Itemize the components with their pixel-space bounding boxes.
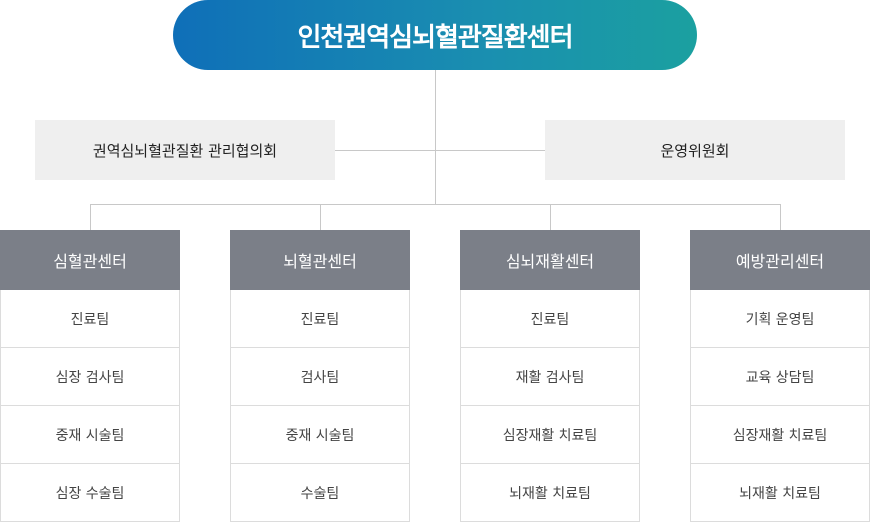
- team-item: 심장 수술팀: [0, 464, 180, 522]
- team-item: 중재 시술팀: [230, 406, 410, 464]
- column-header: 뇌혈관센터: [230, 230, 410, 290]
- team-item: 심장 검사팀: [0, 348, 180, 406]
- top-node-title: 인천권역심뇌혈관질환센터: [297, 22, 573, 53]
- side-node-committee-label: 운영위원회: [660, 141, 730, 160]
- column-cardio: 심혈관센터 진료팀 심장 검사팀 중재 시술팀 심장 수술팀: [0, 230, 180, 522]
- team-item: 심장재활 치료팀: [690, 406, 870, 464]
- column-header: 심뇌재활센터: [460, 230, 640, 290]
- side-node-council-label: 권역심뇌혈관질환 관리협의회: [92, 141, 278, 160]
- connector-vertical-main: [435, 70, 436, 204]
- connector-drop-col-1: [90, 204, 91, 230]
- column-header: 예방관리센터: [690, 230, 870, 290]
- team-item: 진료팀: [0, 290, 180, 348]
- team-item: 뇌재활 치료팀: [460, 464, 640, 522]
- column-cerebro: 뇌혈관센터 진료팀 검사팀 중재 시술팀 수술팀: [230, 230, 410, 522]
- connector-horizontal-side: [335, 150, 545, 151]
- top-node: 인천권역심뇌혈관질환센터: [173, 0, 697, 70]
- column-prevention: 예방관리센터 기획 운영팀 교육 상담팀 심장재활 치료팀 뇌재활 치료팀: [690, 230, 870, 522]
- team-item: 뇌재활 치료팀: [690, 464, 870, 522]
- team-item: 재활 검사팀: [460, 348, 640, 406]
- side-node-council: 권역심뇌혈관질환 관리협의회: [35, 120, 335, 180]
- team-item: 교육 상담팀: [690, 348, 870, 406]
- team-item: 기획 운영팀: [690, 290, 870, 348]
- team-item: 수술팀: [230, 464, 410, 522]
- team-item: 심장재활 치료팀: [460, 406, 640, 464]
- connector-drop-col-4: [780, 204, 781, 230]
- team-item: 진료팀: [230, 290, 410, 348]
- team-item: 중재 시술팀: [0, 406, 180, 464]
- column-header: 심혈관센터: [0, 230, 180, 290]
- column-rehab: 심뇌재활센터 진료팀 재활 검사팀 심장재활 치료팀 뇌재활 치료팀: [460, 230, 640, 522]
- connector-horizontal-columns: [90, 204, 781, 205]
- side-node-committee: 운영위원회: [545, 120, 845, 180]
- team-item: 진료팀: [460, 290, 640, 348]
- connector-drop-col-3: [550, 204, 551, 230]
- connector-drop-col-2: [320, 204, 321, 230]
- team-item: 검사팀: [230, 348, 410, 406]
